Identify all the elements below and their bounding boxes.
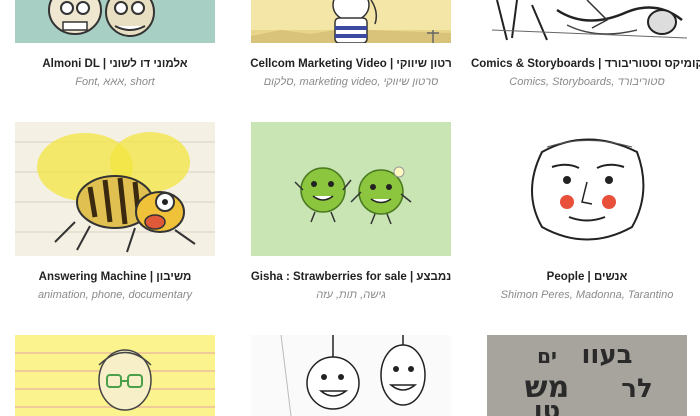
project-thumbnail[interactable] bbox=[251, 335, 451, 416]
project-title[interactable]: People | אנשים bbox=[467, 271, 700, 283]
project-thumbnail[interactable] bbox=[15, 335, 215, 416]
project-thumbnail[interactable] bbox=[251, 0, 451, 43]
project-tags[interactable]: Font, אאא, short bbox=[0, 76, 235, 88]
project-title[interactable]: Comics & Storyboards | קומיקס וסטוריבורד bbox=[467, 58, 700, 70]
project-thumbnail[interactable] bbox=[487, 0, 687, 43]
project-thumbnail[interactable] bbox=[487, 122, 687, 256]
project-title[interactable]: Almoni DL | אלמוני דו לשוני bbox=[0, 58, 235, 70]
project-title[interactable]: Answering Machine | משיבון bbox=[0, 271, 235, 283]
project-tags[interactable]: animation, phone, documentary bbox=[0, 289, 235, 301]
poster-line: טו bbox=[534, 396, 561, 416]
project-thumbnail[interactable] bbox=[15, 122, 215, 256]
project-title[interactable]: Gisha : Strawberries for sale | נמבצע bbox=[231, 271, 471, 283]
poster-line: בעוו bbox=[581, 340, 632, 370]
project-thumbnail[interactable] bbox=[251, 122, 451, 256]
project-tags[interactable]: Shimon Peres, Madonna, Tarantino bbox=[467, 289, 700, 301]
poster-line: לר bbox=[621, 374, 652, 404]
project-thumbnail[interactable]: בעוו ים מש לר טו bbox=[487, 335, 687, 416]
project-title[interactable]: Cellcom Marketing Video | רטון שיווקי bbox=[231, 58, 471, 70]
project-tags[interactable]: Comics, Storyboards, סטוריבורד bbox=[467, 76, 700, 88]
poster-line: ים bbox=[537, 344, 557, 368]
project-tags[interactable]: גישה, תות, עזה bbox=[231, 289, 471, 301]
project-thumbnail[interactable] bbox=[15, 0, 215, 43]
project-tags[interactable]: סלקום, marketing video, סרטון שיווקי bbox=[231, 76, 471, 88]
